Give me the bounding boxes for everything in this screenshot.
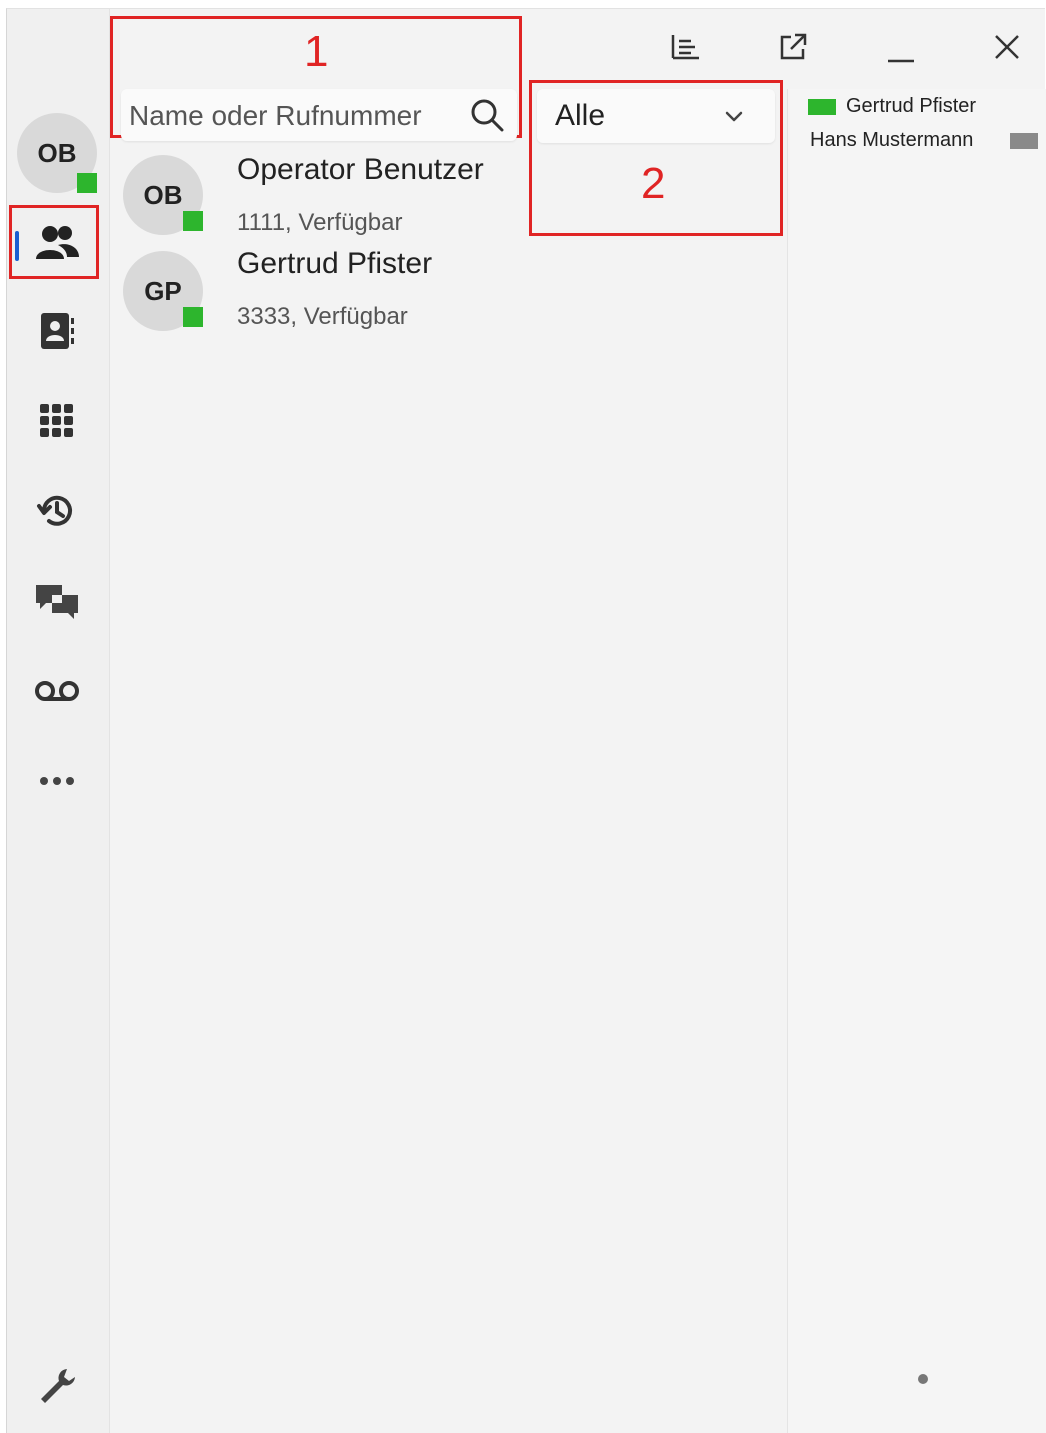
nav-voicemail[interactable] [33,667,81,715]
favorites-panel: Gertrud Pfister Hans Mustermann [787,89,1046,1433]
favorite-status-swatch [1010,133,1038,149]
close-icon [995,35,1019,59]
nav-settings[interactable] [33,1361,81,1409]
search-box[interactable] [121,89,517,141]
callout-number-2: 2 [641,159,666,208]
more-icon [40,777,74,785]
contact-list-item[interactable]: GP Gertrud Pfister 3333, Verfügbar [123,247,523,343]
favorite-name: Hans Mustermann [810,129,974,151]
contact-status-indicator [183,307,203,327]
filter-highlight-box [529,80,783,236]
minimize-icon [888,59,914,63]
app-window: OB 1 Name oder Rufnummer OB Operator Ben… [6,8,1046,1433]
own-avatar-initials: OB [37,137,77,168]
history-icon [37,495,72,526]
list-view-button[interactable] [667,29,703,65]
nav-address-book[interactable] [33,307,81,355]
nav-dialpad[interactable] [33,397,81,445]
contact-avatar-initials: GP [144,275,182,306]
voicemail-icon [35,681,79,701]
chat-icon [36,585,78,619]
callout-number-1: 1 [304,27,329,76]
contact-number-status: 1111, Verfügbar [237,209,403,236]
search-input[interactable] [127,95,461,137]
address-book-icon [41,313,74,349]
nav-more[interactable] [33,757,81,805]
search-icon[interactable] [469,97,505,133]
dialpad-icon [40,404,73,437]
favorite-status-swatch [808,99,836,115]
contact-avatar-initials: OB [143,179,183,210]
contacts-highlight-box [9,205,99,279]
contact-status-indicator [183,211,203,231]
contact-name: Gertrud Pfister [237,247,433,280]
navigation-rail: OB [7,9,110,1433]
minimize-button[interactable] [883,29,919,65]
contact-name: Operator Benutzer [237,153,484,186]
contact-number-status: 3333, Verfügbar [237,303,408,330]
list-view-icon [671,35,699,60]
nav-history[interactable] [33,487,81,535]
nav-chat[interactable] [33,577,81,625]
own-status-indicator [77,173,97,193]
pop-out-button[interactable] [775,29,811,65]
external-window-icon [780,33,807,60]
settings-wrench-icon [41,1369,75,1403]
page-indicator-dot[interactable] [918,1374,928,1384]
favorite-name: Gertrud Pfister [846,95,977,117]
close-button[interactable] [989,29,1025,65]
contact-list-item[interactable]: OB Operator Benutzer 1111, Verfügbar [123,153,523,249]
